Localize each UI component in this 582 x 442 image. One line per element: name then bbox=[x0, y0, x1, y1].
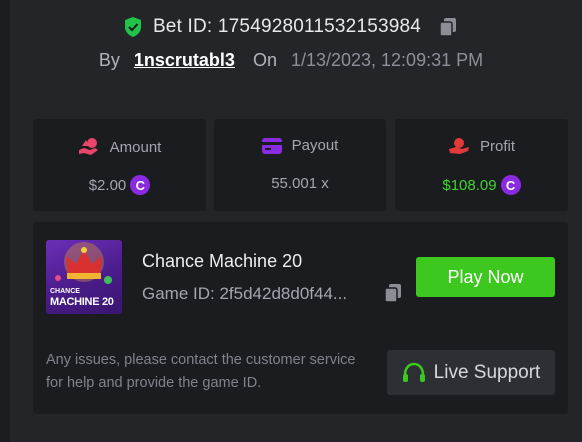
profit-card: Profit $108.09 C bbox=[395, 119, 568, 211]
play-now-button[interactable]: Play Now bbox=[416, 257, 555, 297]
thumb-line-1: CHANCE bbox=[50, 288, 80, 295]
coin-icon: C bbox=[130, 175, 151, 195]
support-note: Any issues, please contact the customer … bbox=[46, 352, 356, 391]
username-link[interactable]: 1nscrutabl3 bbox=[134, 50, 235, 71]
live-support-label: Live Support bbox=[433, 361, 541, 383]
copy-game-id-icon[interactable] bbox=[382, 282, 404, 304]
game-name: Chance Machine 20 bbox=[142, 251, 303, 271]
payout-value: 55.001 x bbox=[271, 175, 329, 192]
amount-label: Amount bbox=[109, 138, 162, 156]
card-icon bbox=[261, 137, 282, 154]
headset-icon bbox=[402, 362, 425, 382]
by-label: By bbox=[98, 50, 120, 70]
bet-header: Bet ID: 1754928011532153984 By 1nscrutab… bbox=[0, 14, 582, 74]
money-hand-icon bbox=[78, 138, 98, 155]
profit-value: $108.09 bbox=[442, 176, 497, 194]
on-label: On bbox=[252, 50, 277, 70]
copy-bet-id-icon[interactable] bbox=[437, 16, 459, 38]
profit-label: Profit bbox=[479, 137, 515, 155]
crown-icon bbox=[55, 242, 112, 284]
game-id: Game ID: 2f5d42d8d0f44... bbox=[142, 284, 348, 303]
payout-label: Payout bbox=[291, 137, 339, 154]
amount-value: $2.00 bbox=[88, 176, 127, 194]
live-support-button[interactable]: Live Support bbox=[387, 350, 555, 395]
game-thumbnail[interactable]: CHANCE MACHINE 20 bbox=[46, 240, 122, 314]
game-panel: CHANCE MACHINE 20 Chance Machine 20 Game… bbox=[33, 222, 568, 414]
bet-author-row: By 1nscrutabl3 On 1/13/2023, 12:09:31 PM bbox=[0, 50, 582, 71]
coin-icon: C bbox=[500, 175, 521, 195]
bet-id-row: Bet ID: 1754928011532153984 bbox=[0, 16, 582, 38]
bet-id-text: Bet ID: 1754928011532153984 bbox=[152, 16, 422, 37]
amount-card: Amount $2.00 C bbox=[33, 119, 206, 211]
profit-hand-icon bbox=[448, 138, 469, 154]
payout-card: Payout 55.001 x bbox=[214, 119, 386, 211]
verified-shield-icon bbox=[124, 17, 141, 37]
bet-date: 1/13/2023, 12:09:31 PM bbox=[290, 50, 484, 70]
thumb-line-2: MACHINE 20 bbox=[50, 296, 114, 308]
